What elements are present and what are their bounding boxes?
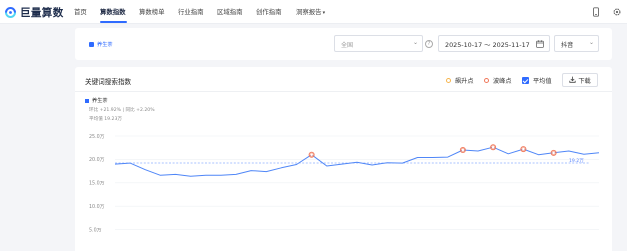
region-select[interactable]: 全国 ⌄ — [334, 35, 423, 52]
keyword-color-swatch — [89, 42, 94, 47]
y-tick-label: 20.0万 — [89, 157, 105, 163]
calendar-icon — [536, 40, 544, 48]
chevron-down-icon: ⌄ — [412, 39, 418, 46]
peak-point-center — [522, 147, 525, 151]
date-range-picker[interactable]: 2025-10-17 ～ 2025-11-17 — [438, 35, 550, 52]
series-line — [114, 146, 600, 177]
chevron-down-icon: ▾ — [322, 10, 326, 16]
y-tick-label: 15.0万 — [89, 181, 105, 187]
help-icon[interactable]: ? — [425, 40, 433, 48]
logo-text: 巨量算数 — [20, 6, 64, 19]
search-index-chart: 25.0万 20.0万 15.0万 10.0万 5.0万 19.2万 — [89, 134, 600, 233]
top-nav: 巨量算数 首页 算数指数 算数榜单 行业指南 区域指南 创作指南 洞察报告▾ — [0, 0, 627, 24]
nav-industry[interactable]: 行业指南 — [178, 0, 204, 24]
peak-point-center — [552, 151, 555, 155]
date-range-value: 2025-10-17 ～ 2025-11-17 — [445, 41, 530, 49]
y-tick-label: 5.0万 — [89, 227, 102, 233]
y-tick-label: 10.0万 — [89, 204, 105, 210]
keyword-chip-label: 养生茶 — [97, 42, 113, 48]
peak-point-center — [491, 146, 495, 149]
chevron-down-icon: ⌄ — [588, 39, 594, 46]
keyword-chip[interactable]: 养生茶 — [89, 41, 113, 48]
platform-select[interactable]: 抖音 ⌄ — [554, 35, 599, 52]
peak-point-center — [310, 153, 313, 156]
filter-bar: 养生茶 全国 ⌄ ? 2025-10-17 ～ 2025-11-17 抖音 ⌄ — [75, 28, 612, 60]
gear-icon[interactable] — [612, 7, 622, 17]
nav-reports-label: 洞察报告 — [296, 8, 322, 16]
nav-home[interactable]: 首页 — [74, 0, 87, 24]
nav-active-indicator — [100, 21, 127, 23]
nav-region[interactable]: 区域指南 — [217, 0, 243, 24]
nav-reports[interactable]: 洞察报告▾ — [296, 0, 325, 24]
platform-select-value: 抖音 — [561, 42, 574, 49]
peak-point-center — [461, 148, 465, 152]
search-index-card: 关键词搜索指数 飙升点 波峰点 平均值 下载 养生茶 环比 +21.92% | … — [75, 67, 612, 251]
nav-rankings[interactable]: 算数榜单 — [139, 0, 165, 24]
average-value-label: 19.2万 — [569, 158, 584, 164]
nav-creator[interactable]: 创作指南 — [256, 0, 282, 24]
y-tick-label: 25.0万 — [89, 134, 105, 140]
region-select-value: 全国 — [341, 42, 354, 49]
logo[interactable]: 巨量算数 — [4, 4, 64, 20]
phone-icon[interactable] — [591, 7, 601, 17]
logo-icon — [4, 6, 17, 19]
